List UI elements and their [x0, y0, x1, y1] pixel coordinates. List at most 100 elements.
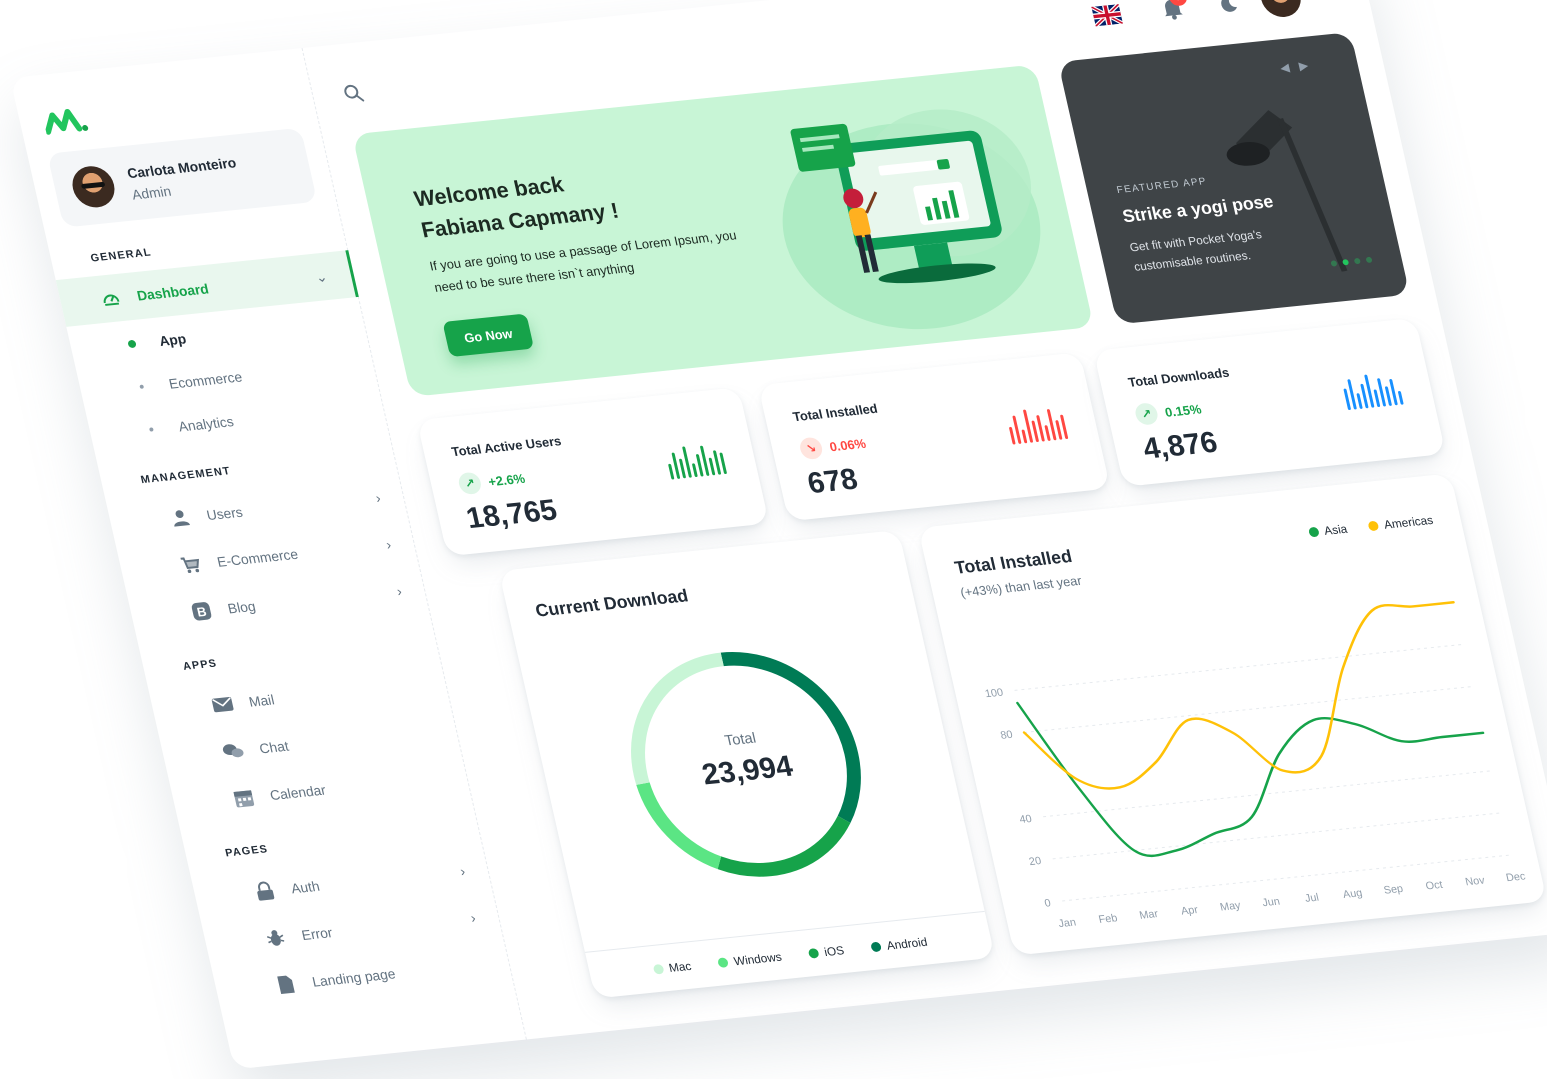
trend-up-icon: ↗ [1133, 402, 1160, 426]
nav-sub-item-ecommerce[interactable]: Ecommerce [135, 367, 244, 406]
avatar [68, 164, 119, 210]
nav-label-users: Users [204, 503, 245, 524]
nav-subheader-apps: APPS [181, 657, 219, 673]
stat-trend: ↗ 0.15% [1133, 398, 1203, 426]
legend-swatch [1307, 526, 1320, 538]
legend-label: Americas [1382, 513, 1435, 532]
lock-icon [252, 879, 278, 903]
bug-icon [262, 926, 288, 950]
x-tick-label: Feb [1097, 912, 1118, 926]
y-tick-label: 0 [1043, 897, 1052, 909]
chat-icon [220, 740, 246, 764]
uk-flag-icon[interactable] [1091, 4, 1123, 27]
x-tick-label: Jul [1304, 892, 1320, 905]
logo-icon[interactable] [41, 106, 90, 136]
calendar-icon [231, 786, 257, 810]
stat-trend: ↗ +2.6% [456, 467, 527, 496]
x-tick-label: Sep [1383, 883, 1405, 897]
donut-legend: Mac Windows iOS Android [584, 910, 996, 999]
series-line-americas[interactable] [1004, 598, 1487, 798]
search-icon[interactable] [341, 82, 367, 106]
carousel-dot[interactable] [1330, 260, 1338, 267]
active-dot-icon [127, 339, 137, 349]
legend-item-mac[interactable]: Mac [652, 959, 693, 976]
legend-swatch [1367, 520, 1380, 532]
monitor-illustration [782, 109, 1041, 330]
trend-down-icon: ↘ [797, 436, 825, 461]
card-subtitle: (+43%) than last year [958, 572, 1083, 600]
total-installed-card: Total Installed (+43%) than last year As… [917, 473, 1547, 956]
stat-trend-value: +2.6% [486, 470, 527, 489]
carousel-dot[interactable] [1342, 259, 1350, 266]
account-role: Admin [130, 183, 173, 203]
grid-line [1014, 643, 1464, 691]
nav-sub-item-app[interactable]: App [126, 325, 188, 364]
carousel-dot[interactable] [1365, 256, 1373, 264]
dot-icon [149, 427, 154, 432]
legend-item-americas[interactable]: Americas [1367, 513, 1434, 533]
stat-card-total-installed: Total Installed ↘ 0.06% 678 [757, 352, 1111, 522]
stat-sparkline [1340, 369, 1406, 411]
legend-item-windows[interactable]: Windows [717, 949, 783, 969]
speedometer-icon [98, 287, 124, 311]
legend-swatch [717, 956, 730, 968]
legend-label: iOS [822, 942, 846, 959]
legend-item-asia[interactable]: Asia [1307, 521, 1349, 540]
x-tick-label: Aug [1342, 887, 1364, 901]
legend-item-ios[interactable]: iOS [807, 943, 845, 960]
legend-swatch [807, 947, 820, 959]
featured-app-card[interactable]: ◀▶ FEATURED APP Strike a yogi pose Get f… [1057, 32, 1410, 325]
legend-label: Asia [1322, 521, 1349, 538]
nav-label-ecommerce: E-Commerce [215, 545, 300, 570]
x-tick-label: May [1219, 900, 1242, 914]
nav-sub-label: Analytics [176, 413, 236, 435]
x-tick-label: Oct [1425, 879, 1444, 893]
trend-up-icon: ↗ [456, 471, 484, 496]
moon-icon[interactable] [1218, 0, 1240, 13]
featured-caption: FEATURED APP [1115, 176, 1209, 197]
grid-line [1023, 686, 1473, 733]
nav-sub-item-analytics[interactable]: Analytics [145, 410, 235, 449]
legend-label: Windows [732, 949, 783, 968]
account-card[interactable]: Carlota Monteiro Admin [47, 127, 318, 228]
nav-label-mail: Mail [247, 691, 276, 710]
nav-label-dashboard: Dashboard [135, 280, 211, 304]
grid-line [1052, 812, 1502, 860]
grid-line [1062, 854, 1511, 902]
avatar[interactable] [1256, 0, 1305, 19]
document-icon [273, 973, 299, 997]
y-tick-label: 80 [999, 729, 1014, 742]
carousel-arrows[interactable]: ◀▶ [1279, 57, 1320, 74]
chart-legend: Asia Americas [1307, 513, 1434, 539]
legend-item-android[interactable]: Android [870, 934, 929, 953]
x-tick-label: Dec [1505, 870, 1527, 884]
nav-sub-label: Ecommerce [167, 368, 244, 392]
nav-subheader-pages: PAGES [224, 843, 270, 860]
legend-label: Mac [667, 958, 693, 975]
stat-sparkline [1005, 404, 1071, 445]
stat-value: 678 [804, 462, 861, 501]
go-now-button[interactable]: Go Now [442, 313, 535, 358]
chevron-right-icon: › [458, 862, 467, 880]
stat-title: Total Active Users [450, 433, 563, 460]
stat-trend: ↘ 0.06% [797, 432, 868, 461]
nav-sub-label: App [157, 330, 188, 349]
legend-swatch [870, 941, 882, 952]
stat-value: 4,876 [1139, 426, 1221, 466]
nav-label-error: Error [300, 924, 334, 943]
card-title: Total Installed [952, 546, 1074, 578]
carousel-dot[interactable] [1353, 257, 1361, 265]
chevron-right-icon: › [373, 489, 383, 506]
mail-icon [210, 693, 236, 717]
stat-card-total-downloads: Total Downloads ↗ 0.15% 4,876 [1093, 317, 1446, 487]
legend-label: Android [885, 934, 929, 953]
sparkline-bar [691, 462, 698, 478]
y-tick-label: 20 [1028, 855, 1043, 868]
series-line-asia[interactable] [1016, 657, 1502, 866]
user-icon [167, 506, 193, 530]
legend-swatch [652, 963, 665, 975]
card-title: Current Download [533, 585, 690, 621]
stat-sparkline [664, 439, 730, 480]
x-tick-label: Nov [1464, 875, 1486, 889]
chevron-down-icon: ⌄ [313, 267, 329, 285]
